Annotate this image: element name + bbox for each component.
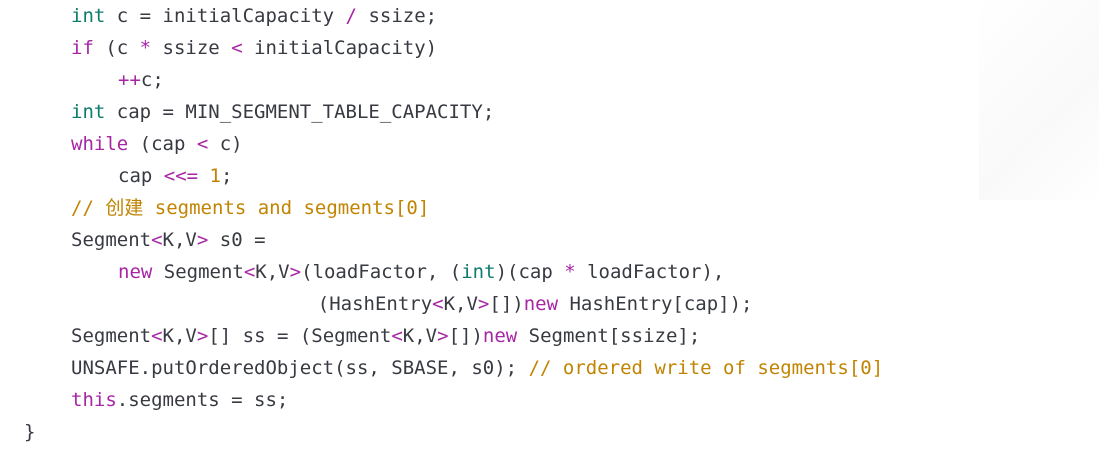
code-token-operator: < (151, 325, 163, 347)
code-line: int cap = MIN_SEGMENT_TABLE_CAPACITY; (71, 96, 494, 128)
code-token-operator: < (151, 229, 163, 251)
code-token-plain: initialCapacity) (242, 37, 438, 59)
code-token-plain: K,V (162, 325, 197, 347)
code-token-operator: > (437, 325, 449, 347)
code-token-plain: Segment (152, 261, 244, 283)
code-line: new Segment<K,V>(loadFactor, (int)(cap *… (118, 256, 724, 288)
code-line: UNSAFE.putOrderedObject(ss, SBASE, s0); … (71, 352, 883, 384)
code-token-plain: (HashEntry (317, 293, 433, 315)
code-token-operator: * (564, 261, 576, 283)
code-token-kw: this (71, 389, 117, 411)
code-token-type: int (71, 101, 106, 123)
code-token-plain: (loadFactor, ( (301, 261, 462, 283)
code-line: Segment<K,V>[] ss = (Segment<K,V>[])new … (71, 320, 700, 352)
code-token-operator: > (196, 325, 209, 347)
code-token-plain: Segment (71, 325, 152, 347)
code-line: (HashEntry<K,V>[])new HashEntry[cap]); (318, 288, 753, 320)
code-token-type: int (71, 5, 106, 27)
code-token-plain: ssize; (357, 5, 438, 27)
code-line: } (24, 416, 35, 448)
code-token-operator: < (196, 133, 209, 155)
code-token-type: int (461, 261, 496, 283)
code-line: if (c * ssize < initialCapacity) (71, 32, 437, 64)
code-token-plain: []) (489, 293, 524, 315)
code-token-operator: > (289, 261, 302, 283)
code-token-plain: K,V (162, 229, 197, 251)
code-token-operator: > (477, 293, 490, 315)
code-line: Segment<K,V> s0 = (71, 224, 266, 256)
code-line: this.segments = ss; (71, 384, 288, 416)
code-token-kw: new (118, 261, 153, 283)
code-token-plain: s0 = (208, 229, 266, 251)
code-token-plain: cap = MIN_SEGMENT_TABLE_CAPACITY; (105, 101, 495, 123)
code-token-plain: ssize (151, 37, 232, 59)
code-viewer: int c = initialCapacity / ssize; if (c * … (0, 0, 1099, 455)
code-token-kw: new (482, 325, 518, 347)
code-token-plain: K,V (255, 261, 290, 283)
code-token-plain: [] ss = (Segment (208, 325, 392, 347)
screen-glare (979, 0, 1099, 200)
code-token-operator: > (196, 229, 209, 251)
code-token-plain: Segment (71, 229, 152, 251)
code-token-kw: while (71, 133, 129, 155)
code-token-operator: * (139, 37, 152, 59)
code-line: cap <<= 1; (118, 160, 232, 192)
code-token-plain: )(cap (495, 261, 565, 283)
code-token-kw: new (523, 293, 559, 315)
code-token-num: 1 (209, 165, 221, 187)
code-token-comment: // 创建 segments and segments[0] (71, 197, 430, 219)
code-token-plain: } (24, 421, 36, 443)
code-token-plain: K,V (443, 293, 478, 315)
code-token-operator: <<= (163, 165, 199, 187)
code-line: while (cap < c) (71, 128, 243, 160)
code-token-operator: / (345, 5, 357, 27)
code-token-plain: cap (118, 165, 164, 187)
code-token-plain: .segments = ss; (116, 389, 289, 411)
code-token-plain: ; (221, 165, 233, 187)
code-token-plain: []) (448, 325, 483, 347)
code-token-comment: // ordered write of segments[0] (528, 357, 884, 379)
code-line: // 创建 segments and segments[0] (71, 192, 429, 224)
code-token-operator: < (243, 261, 256, 283)
code-line: ++c; (118, 64, 164, 96)
code-token-plain: loadFactor), (575, 261, 725, 283)
code-token-plain: c = initialCapacity (105, 5, 346, 27)
code-token-plain: Segment[ssize]; (517, 325, 701, 347)
code-token-kw: if (71, 37, 94, 59)
code-token-plain: HashEntry[cap]); (558, 293, 753, 315)
code-token-plain: (c (93, 37, 140, 59)
code-token-operator: ++ (118, 69, 141, 91)
code-token-operator: < (391, 325, 403, 347)
code-token-operator: < (432, 293, 444, 315)
code-token-plain: UNSAFE.putOrderedObject(ss, SBASE, s0); (71, 357, 529, 379)
code-token-plain: c) (208, 133, 243, 155)
code-line: int c = initialCapacity / ssize; (71, 0, 437, 32)
code-token-plain: K,V (402, 325, 438, 347)
code-token-operator: < (231, 37, 243, 59)
code-token-plain: (cap (128, 133, 197, 155)
code-token-plain: c; (140, 69, 164, 91)
